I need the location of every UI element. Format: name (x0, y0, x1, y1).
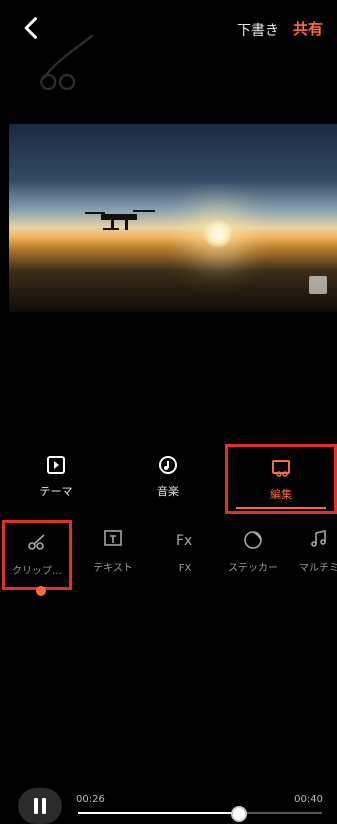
drone-image (85, 210, 155, 230)
music-icon (159, 456, 177, 474)
total-time: 00:40 (294, 794, 323, 805)
tool-label: テキスト (93, 563, 133, 574)
current-time: 00:26 (76, 794, 105, 805)
tab-edit[interactable]: 編集 (225, 444, 337, 514)
share-button[interactable]: 共有 (293, 18, 323, 39)
edit-icon (272, 460, 290, 477)
fx-icon: Fx (176, 533, 192, 549)
svg-text:Fx: Fx (176, 533, 192, 549)
tool-label: FX (178, 563, 192, 574)
active-tab-indicator (236, 507, 326, 509)
tab-label: 音楽 (157, 485, 179, 498)
tool-sticker[interactable]: ステッカー (218, 520, 288, 590)
tool-label: クリップ… (12, 566, 62, 577)
tool-label: ステッカー (228, 563, 278, 574)
scissors-icon (28, 534, 45, 550)
main-tabs: テーマ 音楽 編集 (0, 444, 337, 514)
seek-slider[interactable] (78, 806, 322, 822)
tab-music[interactable]: 音楽 (112, 444, 224, 514)
playback-bar: 00:26 00:40 (0, 392, 337, 824)
pause-button[interactable] (18, 788, 62, 824)
music-note-icon (311, 530, 326, 547)
edit-tools: クリップ… テキスト Fx FX ステッカー マルチミ (0, 520, 337, 595)
pause-icon-bar-left (34, 798, 38, 814)
sun-highlight (204, 220, 232, 248)
seek-handle[interactable] (230, 806, 247, 822)
sticker-icon (244, 531, 262, 549)
tool-label: マルチミ (299, 563, 337, 574)
tool-multi[interactable]: マルチミ (284, 520, 337, 590)
text-icon (104, 530, 122, 546)
tool-fx[interactable]: Fx FX (150, 520, 220, 590)
theme-icon (47, 456, 65, 474)
scissors-watermark-icon (40, 34, 94, 91)
draft-button[interactable]: 下書き (237, 20, 279, 40)
top-bar: 下書き 共有 (0, 0, 337, 91)
tab-theme[interactable]: テーマ (0, 444, 112, 514)
tool-text[interactable]: テキスト (78, 520, 148, 590)
tool-clip[interactable]: クリップ… (2, 520, 72, 590)
pause-icon-bar-right (42, 798, 46, 814)
tab-label: 編集 (270, 488, 292, 501)
fullscreen-icon[interactable] (309, 276, 327, 294)
tab-label: テーマ (39, 485, 73, 498)
video-preview[interactable] (9, 124, 337, 312)
seek-progress (78, 812, 237, 814)
